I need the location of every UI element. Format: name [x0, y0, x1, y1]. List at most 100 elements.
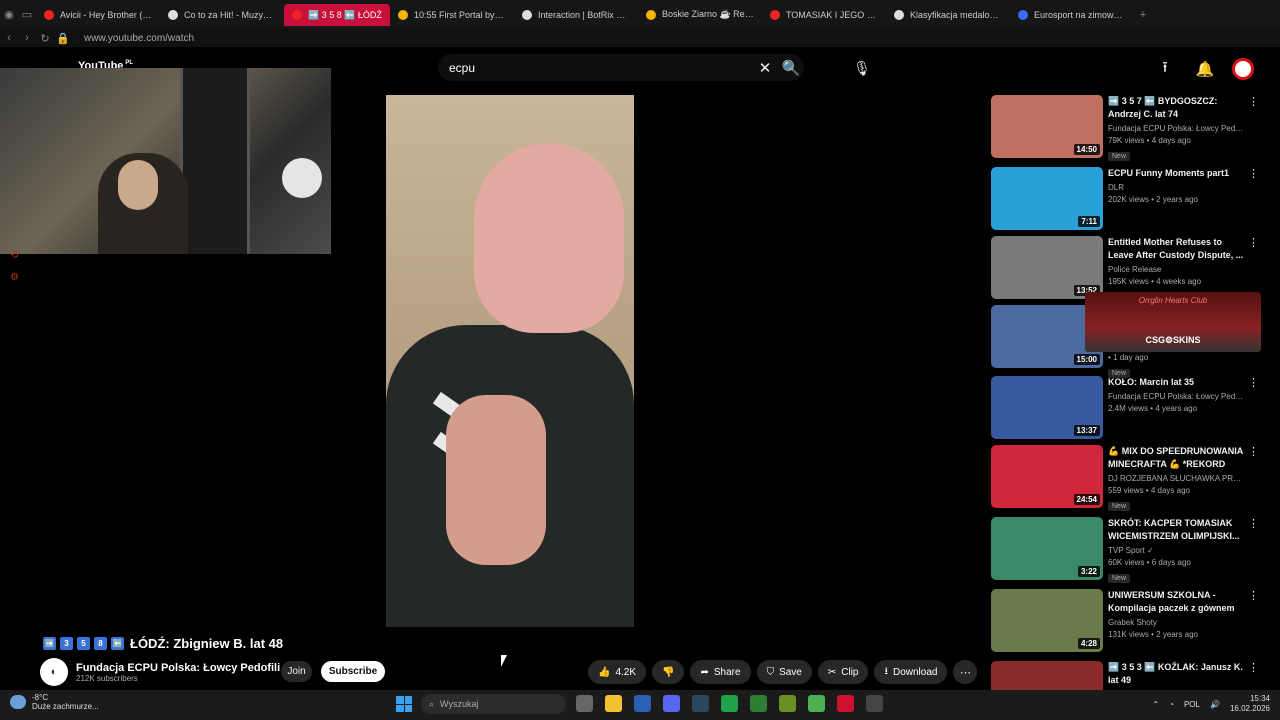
recommendation-channel[interactable]: Police Release — [1108, 265, 1244, 274]
recommendation-title[interactable]: UNIWERSUM SZKOLNA - Kompilacja paczek z … — [1108, 589, 1244, 615]
account-avatar[interactable] — [1232, 58, 1254, 80]
video-thumbnail[interactable]: 24:54 — [991, 445, 1103, 508]
file-explorer-icon[interactable] — [605, 695, 622, 712]
video-thumbnail[interactable]: 4:28 — [991, 589, 1103, 652]
save-button[interactable]: ⛉ Save — [756, 660, 812, 684]
video-thumbnail[interactable]: 7:11 — [991, 167, 1103, 230]
browser-tab[interactable]: Klasyfikacja medalowa Z — [886, 0, 1010, 29]
more-actions-icon[interactable]: ⋯ — [953, 660, 978, 684]
clock[interactable]: 15:34 16.02.2026 — [1230, 694, 1270, 714]
browser-tab[interactable]: 10:55 First Portal by Mio — [390, 0, 514, 29]
recommendation-title[interactable]: 💪 MIX DO SPEEDRUNOWANIA MINECRAFTA 💪 *RE… — [1108, 445, 1244, 471]
share-label: Share — [713, 666, 741, 678]
ad-banner[interactable]: Orrglin Hearts Club CSG⚙SKINS — [1085, 292, 1261, 352]
browser-tab[interactable]: Interaction | BotRix — Ch — [514, 0, 638, 29]
tab-favicon-icon — [397, 9, 408, 20]
recommendation-item[interactable]: 14:50 ➡️ 3 5 7 ⬅️ BYDGOSZCZ: Andrzej C. l… — [991, 95, 1263, 161]
more-options-icon[interactable]: ⋮ — [1248, 95, 1259, 108]
recommendation-title[interactable]: ECPU Funny Moments part1 — [1108, 167, 1244, 180]
address-bar: ‹ › ↻ 🔒 www.youtube.com/watch — [0, 29, 1280, 47]
minecraft-icon[interactable] — [750, 695, 767, 712]
more-options-icon[interactable]: ⋮ — [1248, 376, 1259, 389]
more-options-icon[interactable]: ⋮ — [1248, 517, 1259, 530]
recommendation-title[interactable]: ➡️ 3 5 7 ⬅️ BYDGOSZCZ: Andrzej C. lat 74 — [1108, 95, 1244, 121]
voice-search-icon[interactable]: 🎙 — [850, 56, 874, 80]
app-icon[interactable] — [866, 695, 883, 712]
more-options-icon[interactable]: ⋮ — [1248, 236, 1259, 249]
url-field[interactable]: www.youtube.com/watch — [84, 33, 194, 44]
like-button[interactable]: 👍 4.2K — [588, 660, 647, 684]
discord-icon[interactable] — [663, 695, 680, 712]
task-view-icon[interactable] — [576, 695, 593, 712]
game-icon[interactable] — [808, 695, 825, 712]
title-emoji-icon: ➡️ — [43, 637, 56, 650]
more-options-icon[interactable]: ⋮ — [1248, 445, 1259, 458]
weather-widget[interactable]: -8°C Duże zachmurze... — [10, 693, 99, 711]
app-icon[interactable] — [721, 695, 738, 712]
browser-tab[interactable]: Co to za Hit! - Muzyczny — [160, 0, 284, 29]
recommendation-title[interactable]: SKRÓT: KACPER TOMASIAK WICEMISTRZEM OLIM… — [1108, 517, 1244, 543]
browser-tab[interactable]: Avicii - Hey Brother (Lyr — [36, 0, 160, 29]
search-icon[interactable]: 🔍 — [778, 55, 804, 81]
video-thumbnail[interactable] — [991, 661, 1103, 690]
video-player[interactable] — [386, 95, 634, 627]
clear-search-icon[interactable]: ✕ — [752, 55, 778, 81]
recommendation-item[interactable]: 13:37 KOŁO: Marcin lat 35 Fundacja ECPU Po… — [991, 376, 1263, 442]
video-thumbnail[interactable]: 13:37 — [991, 376, 1103, 439]
recommendation-title[interactable]: ➡️ 3 5 3 ⬅️ KOŹLAK: Janusz K. lat 49 — [1108, 661, 1244, 687]
search-box[interactable]: ecpu ✕ 🔍 — [438, 54, 804, 81]
search-input[interactable]: ecpu — [449, 61, 752, 75]
dislike-button[interactable]: 👎 — [652, 660, 685, 684]
more-options-icon[interactable]: ⋮ — [1248, 589, 1259, 602]
recommendation-channel[interactable]: TVP Sport ✓ — [1108, 546, 1244, 555]
recommendation-channel[interactable]: Fundacja ECPU Polska: Łowcy Pedofili — [1108, 392, 1244, 401]
recommendation-channel[interactable]: DJ ROZJEBANA SŁUCHAWKA PRYSZNI... — [1108, 474, 1244, 483]
notifications-icon[interactable]: 🔔 — [1192, 56, 1218, 82]
tab-list-icon[interactable]: ▭ — [18, 8, 36, 21]
taskbar-search[interactable]: ⌕ Wyszukaj — [421, 694, 566, 714]
more-options-icon[interactable]: ⋮ — [1248, 167, 1259, 180]
thumbs-up-icon: 👍 — [598, 666, 611, 678]
recommendation-item[interactable]: 4:28 UNIWERSUM SZKOLNA - Kompilacja pacze… — [991, 589, 1263, 655]
recommendation-title[interactable]: Entitled Mother Refuses to Leave After C… — [1108, 236, 1244, 262]
word-icon[interactable] — [634, 695, 651, 712]
steam-icon[interactable] — [692, 695, 709, 712]
game-icon[interactable] — [779, 695, 796, 712]
chevron-up-icon[interactable]: ⌃ — [1152, 700, 1159, 709]
opera-gx-icon[interactable] — [837, 695, 854, 712]
more-options-icon[interactable]: ⋮ — [1248, 661, 1259, 674]
forward-icon[interactable]: › — [18, 32, 36, 44]
language-indicator[interactable]: POL — [1184, 700, 1200, 709]
share-button[interactable]: ➦ Share — [690, 660, 751, 684]
channel-avatar[interactable]: ◐ — [40, 658, 68, 686]
reload-icon[interactable]: ↻ — [36, 32, 54, 45]
browser-tab[interactable]: ➡️ 3 5 8 ⬅️ ŁÓDŹ — [284, 4, 390, 26]
network-icon[interactable]: ◔ — [1169, 700, 1174, 709]
recommendation-channel[interactable]: DLR — [1108, 183, 1244, 192]
recommendation-item[interactable]: 24:54 💪 MIX DO SPEEDRUNOWANIA MINECRAFTA … — [991, 445, 1263, 511]
browser-tab[interactable]: TOMASIAK I JEGO GEN — [762, 0, 886, 29]
channel-name[interactable]: Fundacja ECPU Polska: Łowcy Pedofili — [76, 662, 280, 674]
recommendation-item[interactable]: 3:22 SKRÓT: KACPER TOMASIAK WICEMISTRZEM … — [991, 517, 1263, 583]
video-thumbnail[interactable]: 13:52 — [991, 236, 1103, 299]
video-thumbnail[interactable]: 14:50 — [991, 95, 1103, 158]
recommendation-channel[interactable]: Grabek Shoty — [1108, 618, 1244, 627]
start-button[interactable] — [396, 696, 412, 712]
volume-icon[interactable]: 🔊 — [1210, 700, 1220, 709]
recommendation-title[interactable]: KOŁO: Marcin lat 35 — [1108, 376, 1244, 389]
clip-button[interactable]: ✂ Clip — [817, 660, 869, 684]
video-thumbnail[interactable]: 3:22 — [991, 517, 1103, 580]
upload-icon[interactable]: ⭱ — [1152, 56, 1178, 82]
new-tab-button[interactable]: + — [1134, 9, 1152, 21]
browser-tab[interactable]: Eurosport na zimowych — [1010, 0, 1134, 29]
recommendation-item[interactable]: 7:11 ECPU Funny Moments part1 DLR 202K view… — [991, 167, 1263, 233]
join-button[interactable]: Join — [281, 661, 312, 682]
download-button[interactable]: ⭳ Download — [874, 660, 948, 684]
browser-tab[interactable]: Boskie Ziarno ☕ Rekord — [638, 0, 762, 29]
subscribe-button[interactable]: Subscribe — [321, 661, 385, 682]
channel-info[interactable]: ◐ Fundacja ECPU Polska: Łowcy Pedofili 2… — [40, 658, 280, 686]
back-icon[interactable]: ‹ — [0, 32, 18, 44]
browser-menu-icon[interactable]: ◉ — [0, 8, 18, 21]
recommendation-channel[interactable]: Fundacja ECPU Polska: Łowcy Pedofili — [1108, 124, 1244, 133]
recommendation-item[interactable]: ➡️ 3 5 3 ⬅️ KOŹLAK: Janusz K. lat 49Fund… — [991, 661, 1263, 690]
